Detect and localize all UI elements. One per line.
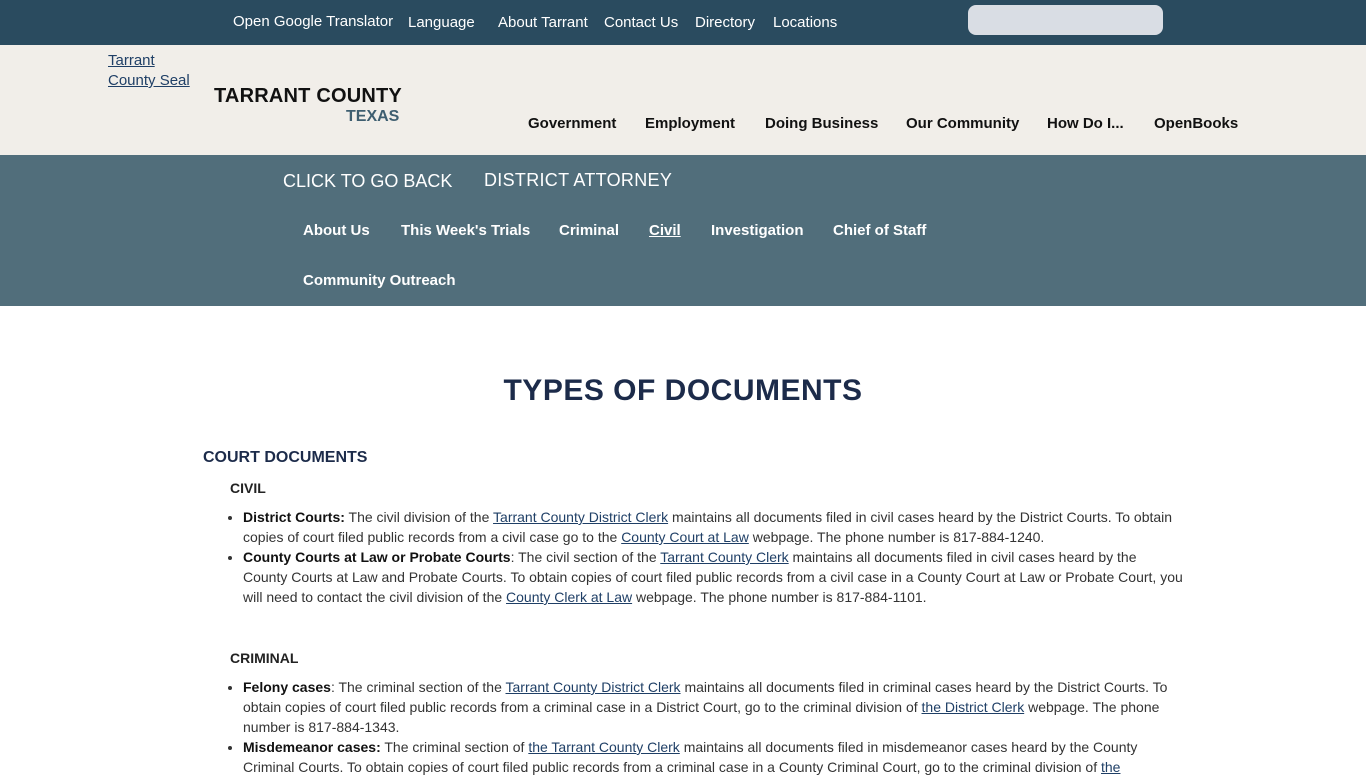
locations-link[interactable]: Locations <box>773 14 837 31</box>
item-text: The criminal section of <box>380 739 529 755</box>
district-clerk-link[interactable]: Tarrant County District Clerk <box>506 679 681 695</box>
department-title: DISTRICT ATTORNEY <box>484 170 673 190</box>
nav-our-community[interactable]: Our Community <box>906 115 1019 132</box>
county-clerk-criminal-link[interactable]: the <box>1101 759 1120 775</box>
dept-nav-chief-of-staff[interactable]: Chief of Staff <box>833 222 926 239</box>
item-text: webpage. The phone number is 817-884-110… <box>632 589 927 605</box>
civil-list: District Courts: The civil division of t… <box>225 507 1183 607</box>
list-item: Felony cases: The criminal section of th… <box>243 677 1183 737</box>
district-clerk-criminal-link[interactable]: the District Clerk <box>922 699 1025 715</box>
list-item: County Courts at Law or Probate Courts: … <box>243 547 1183 607</box>
state-name: TEXAS <box>346 108 400 125</box>
civil-heading: CIVIL <box>230 480 266 496</box>
language-link[interactable]: Language <box>408 14 475 31</box>
item-label: Misdemeanor cases: <box>243 739 381 755</box>
item-label: District Courts: <box>243 509 345 525</box>
department-bar: Click to go back DISTRICT ATTORNEY About… <box>0 155 1366 306</box>
list-item: District Courts: The civil division of t… <box>243 507 1183 547</box>
criminal-list: Felony cases: The criminal section of th… <box>225 677 1183 777</box>
item-text: The civil division of the <box>344 509 494 525</box>
translator-alt-text: Open Google Translator <box>233 13 394 30</box>
county-clerk-link[interactable]: Tarrant County Clerk <box>660 549 788 565</box>
county-court-at-law-link[interactable]: County Court at Law <box>621 529 749 545</box>
section-heading: COURT DOCUMENTS <box>203 449 368 466</box>
contact-us-link[interactable]: Contact Us <box>604 14 678 31</box>
item-label: County Courts at Law or Probate Courts <box>243 549 511 565</box>
item-label: Felony cases <box>243 679 331 695</box>
dept-nav-investigation[interactable]: Investigation <box>711 222 804 239</box>
page-title: TYPES OF DOCUMENTS <box>503 374 863 407</box>
nav-government[interactable]: Government <box>528 115 616 132</box>
county-clerk-at-law-link[interactable]: County Clerk at Law <box>506 589 632 605</box>
utility-bar: Open Google Translator Language About Ta… <box>0 0 1366 45</box>
item-text: webpage. The phone number is 817-884-124… <box>748 529 1045 545</box>
district-clerk-link[interactable]: Tarrant County District Clerk <box>493 509 668 525</box>
site-header: Tarrant County Seal TARRANT COUNTY TEXAS… <box>0 45 1366 155</box>
dept-nav-weeks-trials[interactable]: This Week's Trials <box>401 222 530 239</box>
go-back-image[interactable]: Click to go back <box>283 171 452 192</box>
about-tarrant-link[interactable]: About Tarrant <box>498 14 588 31</box>
dept-nav-civil[interactable]: Civil <box>649 222 681 239</box>
dept-nav-community-outreach[interactable]: Community Outreach <box>303 272 456 289</box>
item-text: : The criminal section of the <box>330 679 506 695</box>
google-translator-image[interactable]: Open Google Translator <box>233 13 393 30</box>
nav-how-do-i[interactable]: How Do I... <box>1047 115 1124 132</box>
nav-employment[interactable]: Employment <box>645 115 735 132</box>
item-text: : The civil section of the <box>510 549 661 565</box>
directory-link[interactable]: Directory <box>695 14 755 31</box>
nav-doing-business[interactable]: Doing Business <box>765 115 878 132</box>
list-item: Misdemeanor cases: The criminal section … <box>243 737 1183 777</box>
county-seal-image[interactable]: Tarrant County Seal <box>108 51 198 91</box>
county-clerk-link[interactable]: the Tarrant County Clerk <box>528 739 679 755</box>
nav-openbooks[interactable]: OpenBooks <box>1154 115 1238 132</box>
dept-nav-about-us[interactable]: About Us <box>303 222 370 239</box>
site-brand[interactable]: TARRANT COUNTY TEXAS <box>214 85 402 125</box>
dept-nav-criminal[interactable]: Criminal <box>559 222 619 239</box>
county-name: TARRANT COUNTY <box>214 85 402 107</box>
criminal-heading: CRIMINAL <box>230 650 299 666</box>
search-input[interactable] <box>968 5 1163 35</box>
